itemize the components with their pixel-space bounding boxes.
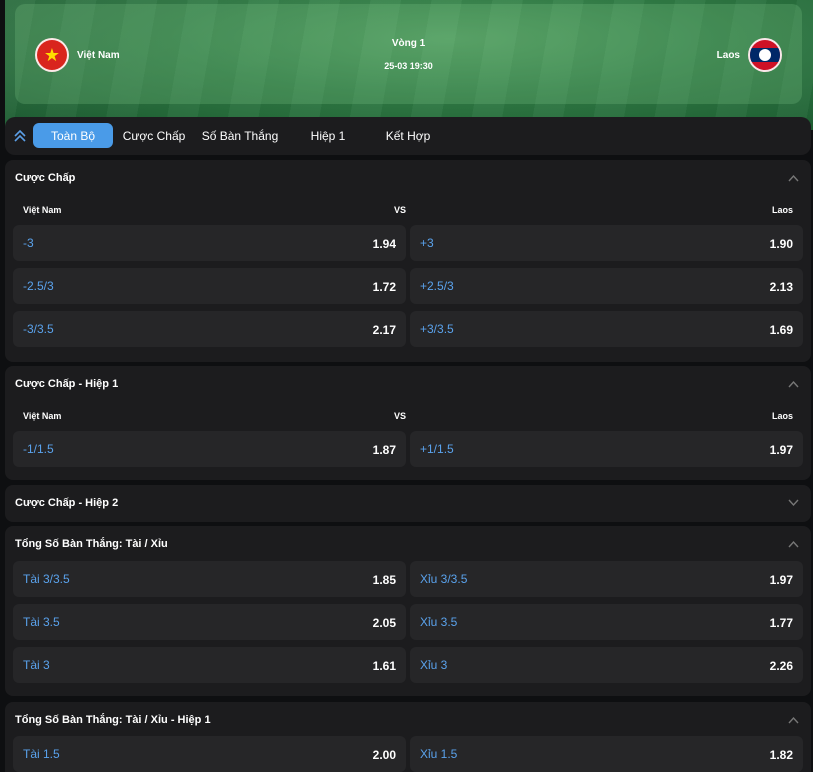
odds-value: 2.13: [769, 280, 793, 294]
odds-line: +3/3.5: [420, 322, 454, 336]
odds-line: Tài 3/3.5: [23, 572, 70, 586]
match-datetime: 25-03 19:30: [384, 61, 433, 71]
odds-value: 1.77: [769, 616, 793, 630]
match-card: ★ Việt Nam Vòng 1 25-03 19:30 Laos: [15, 4, 802, 104]
odds-line: +2.5/3: [420, 279, 454, 293]
odds-line: -3: [23, 236, 34, 250]
odds-cell-home[interactable]: -3 1.94: [13, 225, 406, 261]
home-team-label: Việt Nam: [23, 205, 62, 215]
match-round: Vòng 1: [391, 38, 426, 49]
laos-flag-icon: [748, 38, 782, 72]
odds-cell-home[interactable]: -3/3.5 2.17: [13, 311, 406, 347]
odds-cell-away[interactable]: +3 1.90: [410, 225, 803, 261]
odds-cell-over[interactable]: Tài 3.5 2.05: [13, 604, 406, 640]
odds-value: 1.94: [372, 237, 396, 251]
chevron-up-icon[interactable]: [788, 174, 799, 182]
odds-line: Tài 3.5: [23, 615, 60, 629]
odds-cell-under[interactable]: Xỉu 3/3.5 1.97: [410, 561, 803, 597]
tab-half-1[interactable]: Hiệp 1: [303, 123, 353, 148]
tab-total-goals[interactable]: Số Bàn Thắng: [197, 123, 283, 148]
odds-cell-under[interactable]: Xỉu 1.5 1.82: [410, 736, 803, 772]
away-team-name: Laos: [716, 49, 740, 61]
market-title: Cược Chấp: [15, 172, 76, 184]
vs-label: VS: [394, 205, 407, 215]
odds-line: -3/3.5: [23, 322, 54, 336]
chevron-down-icon[interactable]: [788, 499, 799, 507]
odds-line: Tài 3: [23, 658, 50, 672]
market-title: Tổng Số Bàn Thắng: Tài / Xỉu - Hiệp 1: [15, 714, 211, 726]
odds-line: +3: [420, 236, 434, 250]
odds-value: 1.87: [372, 443, 396, 457]
odds-value: 2.05: [372, 616, 396, 630]
odds-value: 1.61: [372, 659, 396, 673]
odds-cell-over[interactable]: Tài 3/3.5 1.85: [13, 561, 406, 597]
market-total-goals: Tổng Số Bàn Thắng: Tài / Xỉu Tài 3/3.5 1.…: [5, 526, 811, 696]
market-title: Tổng Số Bàn Thắng: Tài / Xỉu: [15, 538, 168, 550]
market-handicap-half-1: Cược Chấp - Hiệp 1 Việt Nam VS Laos -1/1…: [5, 366, 811, 480]
odds-value: 1.97: [769, 573, 793, 587]
odds-line: -1/1.5: [23, 442, 54, 456]
teams-header: Việt Nam VS Laos: [23, 205, 793, 215]
odds-cell-over[interactable]: Tài 1.5 2.00: [13, 736, 406, 772]
odds-line: -2.5/3: [23, 279, 54, 293]
market-tabs: Toàn Bộ Cược Chấp Số Bàn Thắng Hiệp 1 Kế…: [5, 117, 811, 155]
odds-line: +1/1.5: [420, 442, 454, 456]
odds-line: Tài 1.5: [23, 747, 60, 761]
market-title: Cược Chấp - Hiệp 2: [15, 497, 119, 509]
chevron-up-icon[interactable]: [788, 540, 799, 548]
odds-line: Xỉu 3.5: [420, 615, 458, 629]
chevron-up-icon[interactable]: [788, 716, 799, 724]
odds-value: 1.85: [372, 573, 396, 587]
odds-cell-away[interactable]: +3/3.5 1.69: [410, 311, 803, 347]
odds-line: Xỉu 1.5: [420, 747, 458, 761]
odds-cell-under[interactable]: Xỉu 3 2.26: [410, 647, 803, 683]
odds-cell-home[interactable]: -1/1.5 1.87: [13, 431, 406, 467]
double-chevron-up-icon[interactable]: [13, 128, 27, 144]
tab-all[interactable]: Toàn Bộ: [33, 123, 113, 148]
odds-value: 1.72: [372, 280, 396, 294]
home-team-label: Việt Nam: [23, 411, 62, 421]
vs-label: VS: [394, 411, 407, 421]
match-odds-page: ★ Việt Nam Vòng 1 25-03 19:30 Laos Toàn …: [0, 0, 813, 772]
chevron-up-icon[interactable]: [788, 380, 799, 388]
market-title: Cược Chấp - Hiệp 1: [15, 378, 119, 390]
odds-cell-home[interactable]: -2.5/3 1.72: [13, 268, 406, 304]
odds-value: 1.82: [769, 748, 793, 762]
odds-cell-under[interactable]: Xỉu 3.5 1.77: [410, 604, 803, 640]
market-handicap: Cược Chấp Việt Nam VS Laos -3 1.94 +3 1.90…: [5, 160, 811, 362]
odds-value: 1.90: [769, 237, 793, 251]
odds-value: 1.69: [769, 323, 793, 337]
away-team-label: Laos: [771, 411, 793, 421]
odds-value: 1.97: [769, 443, 793, 457]
tab-handicap[interactable]: Cược Chấp: [117, 123, 191, 148]
away-team-label: Laos: [771, 205, 793, 215]
odds-value: 2.26: [769, 659, 793, 673]
odds-line: Xỉu 3/3.5: [420, 572, 468, 586]
away-team: Laos: [717, 38, 782, 72]
match-info: Vòng 1 25-03 19:30: [15, 38, 802, 71]
odds-value: 2.00: [372, 748, 396, 762]
odds-cell-over[interactable]: Tài 3 1.61: [13, 647, 406, 683]
teams-header: Việt Nam VS Laos: [23, 411, 793, 421]
odds-cell-away[interactable]: +1/1.5 1.97: [410, 431, 803, 467]
market-total-goals-half-1: Tổng Số Bàn Thắng: Tài / Xỉu - Hiệp 1 Tà…: [5, 702, 811, 772]
match-header: ★ Việt Nam Vòng 1 25-03 19:30 Laos: [5, 0, 813, 130]
odds-line: Xỉu 3: [420, 658, 448, 672]
market-handicap-half-2[interactable]: Cược Chấp - Hiệp 2: [5, 485, 811, 522]
odds-value: 2.17: [372, 323, 396, 337]
tab-combo[interactable]: Kết Hợp: [379, 123, 437, 148]
odds-cell-away[interactable]: +2.5/3 2.13: [410, 268, 803, 304]
